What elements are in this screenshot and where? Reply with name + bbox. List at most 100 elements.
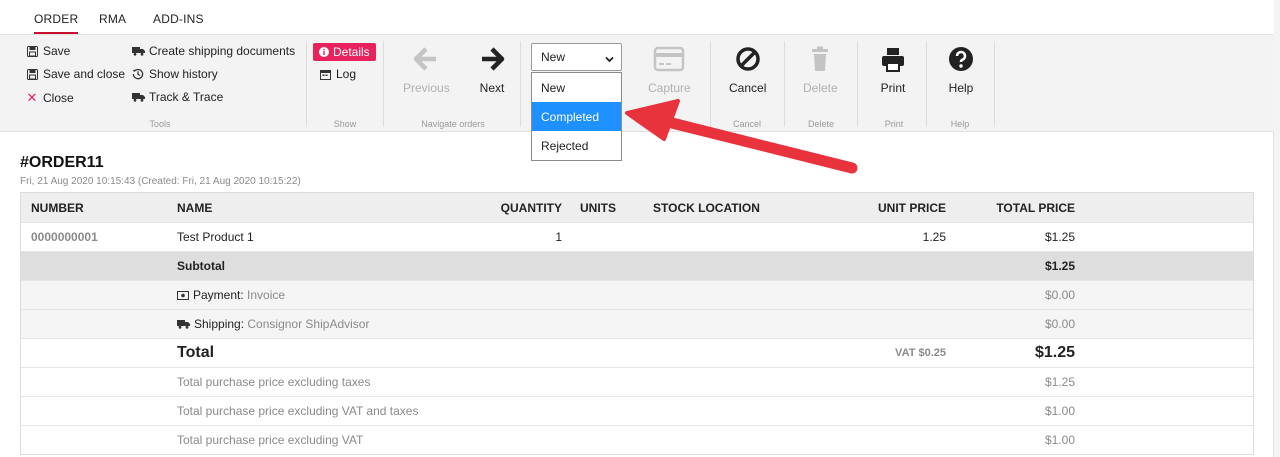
create-shipping-label: Create shipping documents (149, 44, 296, 58)
capture-button[interactable]: Capture (648, 45, 691, 95)
payment-method: Invoice (247, 288, 286, 302)
track-trace-button[interactable]: Track & Trace (131, 90, 223, 104)
tab-rma[interactable]: RMA (99, 12, 126, 32)
total-label: Total (177, 344, 215, 361)
total-value: $1.25 (1034, 344, 1075, 361)
status-option-rejected[interactable]: Rejected (532, 131, 621, 160)
cancel-label: Cancel (729, 81, 767, 95)
table-row[interactable]: 0000000001 Test Product 1 1 1.25 $1.25 (21, 222, 1253, 251)
help-label: Help (948, 81, 974, 95)
save-label: Save (43, 44, 71, 58)
header-number: NUMBER (31, 200, 84, 215)
header-unit-price: UNIT PRICE (877, 200, 946, 215)
tools-group-label: Tools (149, 119, 171, 129)
ribbon-toolbar: Save Save and close ✕ Close Create shipp… (0, 34, 1274, 132)
cancel-group-label: Cancel (732, 119, 761, 129)
status-option-completed[interactable]: Completed (532, 102, 621, 131)
line-number: 0000000001 (31, 230, 98, 244)
track-trace-label: Track & Trace (149, 90, 224, 104)
total-row: Total VAT $0.25 $1.25 (21, 338, 1253, 367)
previous-label: Previous (403, 81, 450, 95)
summary-label: Total purchase price excluding VAT (177, 433, 364, 447)
save-button[interactable]: Save (25, 44, 70, 58)
shipping-method: Consignor ShipAdvisor (247, 317, 370, 331)
truck-icon (131, 92, 145, 102)
tab-add-ins[interactable]: ADD-INS (153, 12, 204, 32)
question-circle-icon (949, 47, 973, 71)
capture-group-label: Capture (648, 119, 682, 129)
help-group-label: Help (950, 119, 970, 129)
help-button[interactable]: Help (947, 45, 975, 95)
shipping-info: Shipping: Consignor ShipAdvisor (177, 310, 369, 338)
order-status-menu: New Completed Rejected (531, 72, 622, 161)
header-stock-location: STOCK LOCATION (653, 200, 760, 215)
order-lines-table: NUMBER NAME QUANTITY UNITS STOCK LOCATIO… (20, 192, 1254, 455)
payment-value: $0.00 (1044, 288, 1075, 302)
tab-order[interactable]: ORDER (34, 12, 79, 34)
shipping-row: Shipping: Consignor ShipAdvisor $0.00 (21, 309, 1253, 338)
show-group-label: Show (333, 119, 357, 129)
print-group-label: Print (884, 119, 904, 129)
summary-value: $1.00 (1044, 404, 1075, 418)
ban-icon (735, 47, 760, 71)
group-divider (306, 41, 307, 127)
status-option-new[interactable]: New (532, 73, 621, 102)
page-title: #ORDER11 (20, 154, 104, 171)
header-units: UNITS (580, 200, 616, 215)
print-button[interactable]: Print (879, 45, 907, 95)
delete-group-label: Delete (807, 119, 834, 129)
group-divider (784, 41, 785, 127)
arrow-right-icon (482, 47, 505, 71)
arrow-left-icon (414, 47, 437, 71)
trash-icon (812, 46, 829, 71)
log-button[interactable]: Log (318, 67, 356, 81)
next-label: Next (479, 81, 505, 95)
history-icon (131, 68, 145, 80)
table-header-row: NUMBER NAME QUANTITY UNITS STOCK LOCATIO… (21, 193, 1253, 222)
payment-row: Payment: Invoice $0.00 (21, 280, 1253, 309)
truck-icon (177, 319, 190, 329)
chevron-down-icon (605, 53, 614, 67)
summary-row: Total purchase price excluding VAT $1.00 (21, 425, 1253, 454)
payment-info: Payment: Invoice (177, 281, 285, 309)
save-and-close-button[interactable]: Save and close (25, 67, 125, 81)
group-divider (994, 41, 995, 127)
show-history-label: Show history (149, 67, 218, 81)
close-icon: ✕ (26, 90, 38, 105)
previous-button[interactable]: Previous (403, 45, 450, 95)
line-unit-price: 1.25 (922, 230, 946, 244)
line-name: Test Product 1 (177, 230, 254, 244)
details-label: Details (333, 45, 370, 59)
next-button[interactable]: Next (478, 45, 506, 95)
header-total-price: TOTAL PRICE (996, 200, 1075, 215)
print-label: Print (880, 81, 906, 95)
group-divider (710, 41, 711, 127)
delete-label: Delete (803, 81, 838, 95)
total-vat: VAT $0.25 (895, 347, 946, 359)
printer-icon (882, 48, 904, 72)
subtotal-row: Subtotal $1.25 (21, 251, 1253, 280)
header-name: NAME (177, 200, 213, 215)
cancel-button[interactable]: Cancel (729, 45, 766, 95)
money-icon (177, 290, 189, 300)
subtotal-label: Subtotal (177, 259, 225, 273)
save-and-close-label: Save and close (43, 67, 126, 81)
group-divider (926, 41, 927, 127)
header-quantity: QUANTITY (500, 200, 562, 215)
summary-value: $1.25 (1044, 375, 1075, 389)
delete-button[interactable]: Delete (803, 45, 838, 95)
create-shipping-documents-button[interactable]: Create shipping documents (131, 44, 295, 58)
details-button[interactable]: Details (313, 43, 376, 61)
summary-value: $1.00 (1044, 433, 1075, 447)
shipping-value: $0.00 (1044, 317, 1075, 331)
credit-card-icon (654, 46, 685, 72)
payment-label: Payment: (193, 288, 244, 302)
order-status-value: New (541, 50, 566, 64)
show-history-button[interactable]: Show history (131, 67, 218, 81)
line-total-price: $1.25 (1044, 230, 1075, 244)
group-divider (383, 41, 384, 127)
summary-label: Total purchase price excluding taxes (177, 375, 371, 389)
order-status-select[interactable]: New (531, 43, 622, 71)
close-button[interactable]: ✕ Close (25, 90, 74, 106)
log-label: Log (336, 67, 357, 81)
